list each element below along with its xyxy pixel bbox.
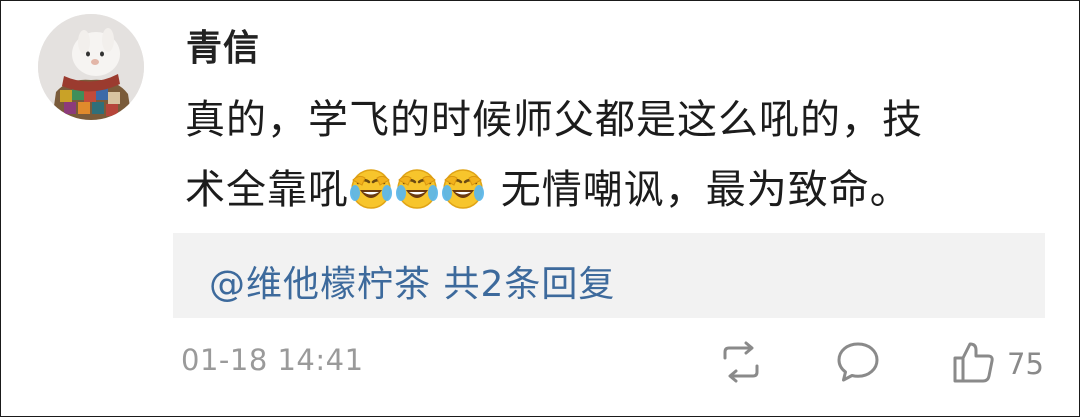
comment-text-line-2: 术全靠吼 无情嘲讽，最为致命。 — [185, 155, 1015, 225]
avatar[interactable] — [38, 14, 144, 120]
repost-button[interactable] — [717, 341, 765, 387]
reply-preview[interactable]: @维他檬柠茶 共2条回复 — [173, 233, 1045, 318]
comment-text: 真的，学飞的时候师父都是这么吼的，技 术全靠吼 无情嘲讽，最为致命。 — [185, 85, 1015, 225]
comment-text-part: 术全靠吼 — [185, 167, 349, 213]
like-button[interactable]: 75 — [951, 341, 1044, 387]
timestamp: 01-18 14:41 — [181, 343, 364, 377]
thumbs-up-icon — [951, 339, 997, 389]
comment-button[interactable] — [835, 341, 881, 387]
comment-icon — [835, 339, 881, 389]
comment-card: 青信 真的，学飞的时候师父都是这么吼的，技 术全靠吼 无情嘲讽，最为致命。 @维… — [0, 0, 1080, 417]
comment-text-part: 无情嘲讽，最为致命。 — [500, 167, 911, 213]
comment-text-line-1: 真的，学飞的时候师父都是这么吼的，技 — [185, 97, 923, 143]
like-count: 75 — [1007, 347, 1044, 381]
laugh-cry-emoji — [395, 166, 439, 210]
laugh-cry-emoji — [441, 166, 485, 210]
reply-summary-link[interactable]: @维他檬柠茶 共2条回复 — [209, 255, 615, 307]
username[interactable]: 青信 — [186, 19, 260, 71]
repost-icon — [717, 340, 765, 388]
laugh-cry-emoji — [349, 166, 393, 210]
